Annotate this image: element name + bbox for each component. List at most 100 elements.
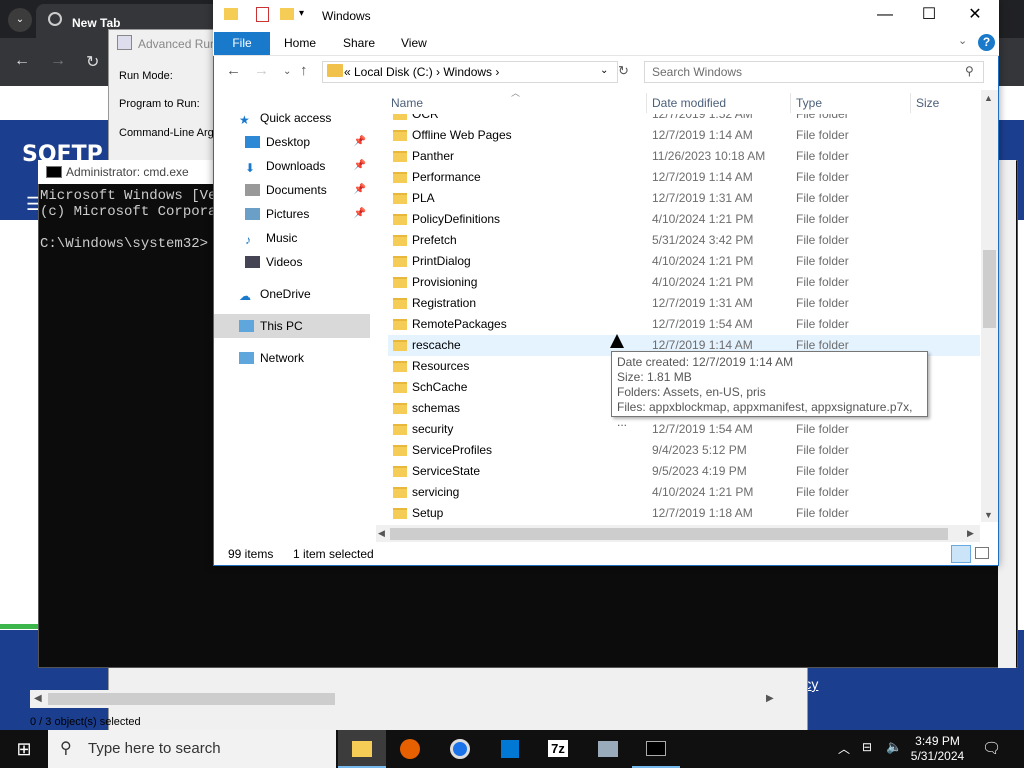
- tab-file[interactable]: File: [214, 32, 270, 55]
- file-name: Prefetch: [412, 233, 457, 247]
- tab-home[interactable]: Home: [284, 32, 316, 55]
- file-row[interactable]: ServiceProfiles 9/4/2023 5:12 PM File fold…: [388, 440, 980, 461]
- file-type: File folder: [796, 254, 849, 268]
- nav-downloads[interactable]: ⬇ Downloads 📌: [215, 154, 369, 178]
- search-icon[interactable]: ⚲: [965, 64, 974, 78]
- file-row[interactable]: PolicyDefinitions 4/10/2024 1:21 PM File f…: [388, 209, 980, 230]
- cmd-taskbar-icon[interactable]: [632, 730, 680, 768]
- file-row[interactable]: Panther 11/26/2023 10:18 AM File folder: [388, 146, 980, 167]
- file-row[interactable]: OCR 12/7/2019 1:52 AM File folder: [388, 114, 980, 125]
- tab-share[interactable]: Share: [343, 32, 375, 55]
- file-date: 12/7/2019 1:54 AM: [652, 317, 753, 331]
- folder-icon: [393, 130, 407, 141]
- file-name: ServiceProfiles: [412, 443, 493, 457]
- file-row[interactable]: Registration 12/7/2019 1:31 AM File folder: [388, 293, 980, 314]
- forward-arrow-icon[interactable]: →: [254, 62, 269, 79]
- store-icon[interactable]: [486, 730, 534, 768]
- folder-icon: [224, 8, 238, 20]
- file-row[interactable]: ServiceState 9/5/2023 4:19 PM File folder: [388, 461, 980, 482]
- nav-desktop[interactable]: Desktop 📌: [215, 130, 369, 154]
- tab-view[interactable]: View: [401, 32, 427, 55]
- file-row[interactable]: Setup 12/7/2019 1:18 AM File folder: [388, 503, 980, 524]
- column-name[interactable]: Name: [391, 96, 423, 110]
- recent-dropdown-icon[interactable]: ⌄: [283, 66, 291, 77]
- column-divider[interactable]: [646, 93, 647, 113]
- file-row[interactable]: PrintDialog 4/10/2024 1:21 PM File folder: [388, 251, 980, 272]
- scroll-left-icon[interactable]: ◀: [34, 693, 42, 704]
- column-size[interactable]: Size: [916, 96, 939, 110]
- nav-quick-access[interactable]: ★ Quick access: [215, 106, 369, 130]
- forward-icon[interactable]: →: [50, 52, 66, 70]
- file-row[interactable]: Provisioning 4/10/2024 1:21 PM File folder: [388, 272, 980, 293]
- nav-pictures[interactable]: Pictures 📌: [215, 202, 369, 226]
- scroll-left-icon[interactable]: ◀: [378, 528, 385, 539]
- help-icon[interactable]: ?: [978, 34, 995, 51]
- column-divider[interactable]: [910, 93, 911, 113]
- file-row[interactable]: PLA 12/7/2019 1:31 AM File folder: [388, 188, 980, 209]
- file-row[interactable]: Prefetch 5/31/2024 3:42 PM File folder: [388, 230, 980, 251]
- nav-documents[interactable]: Documents 📌: [215, 178, 369, 202]
- scroll-up-icon[interactable]: ▲: [984, 93, 993, 103]
- up-arrow-icon[interactable]: ↑: [300, 62, 308, 79]
- horizontal-scroll-thumb[interactable]: [390, 528, 948, 540]
- scroll-right-icon[interactable]: ▶: [967, 528, 974, 539]
- nav-music[interactable]: ♪ Music: [215, 226, 369, 250]
- 7zip-icon[interactable]: 7z: [534, 730, 582, 768]
- tray-chevron-icon[interactable]: ︿: [838, 740, 850, 757]
- cmd-scrollbar[interactable]: [998, 160, 1016, 668]
- address-folder-icon: [327, 64, 343, 77]
- close-button[interactable]: ✕: [952, 0, 998, 30]
- vertical-scroll-thumb[interactable]: [983, 250, 996, 328]
- file-name: OCR: [412, 114, 439, 121]
- column-date[interactable]: Date modified: [652, 96, 726, 110]
- file-row[interactable]: Performance 12/7/2019 1:14 AM File folder: [388, 167, 980, 188]
- file-row[interactable]: RemotePackages 12/7/2019 1:54 AM File fold…: [388, 314, 980, 335]
- star-icon: ★: [239, 113, 250, 127]
- back-icon[interactable]: ←: [14, 52, 30, 70]
- clock[interactable]: 3:49 PM 5/31/2024: [900, 734, 975, 764]
- windows-start-icon[interactable]: ⊞: [0, 730, 48, 768]
- file-row[interactable]: servicing 4/10/2024 1:21 PM File folder: [388, 482, 980, 503]
- file-explorer-icon[interactable]: [338, 730, 386, 768]
- chrome-icon[interactable]: [436, 730, 484, 768]
- back-arrow-icon[interactable]: ←: [226, 62, 241, 79]
- taskbar-search[interactable]: Type here to search: [48, 730, 336, 768]
- column-type[interactable]: Type: [796, 96, 822, 110]
- nav-videos[interactable]: Videos: [215, 250, 369, 274]
- scroll-right-icon[interactable]: ▶: [766, 693, 774, 704]
- address-path[interactable]: « Local Disk (C:) › Windows ›: [344, 65, 499, 79]
- file-type: File folder: [796, 191, 849, 205]
- maximize-button[interactable]: ☐: [906, 0, 952, 30]
- file-row[interactable]: Offline Web Pages 12/7/2019 1:14 AM File f…: [388, 125, 980, 146]
- firefox-icon[interactable]: [386, 730, 434, 768]
- details-view-icon[interactable]: [951, 545, 971, 563]
- videos-icon: [245, 256, 260, 268]
- file-name: PLA: [412, 191, 435, 205]
- large-icons-view-icon[interactable]: [975, 547, 989, 559]
- cmd-output[interactable]: Microsoft Windows [Ver (c) Microsoft Cor…: [40, 188, 225, 252]
- sort-up-icon: ︿: [511, 88, 521, 98]
- refresh-icon[interactable]: ↻: [618, 63, 629, 79]
- network-tray-icon[interactable]: ⊟: [862, 740, 872, 754]
- nav-this-pc[interactable]: This PC: [215, 314, 369, 338]
- nav-label: Desktop: [266, 135, 311, 149]
- reload-icon[interactable]: ↻: [86, 52, 99, 72]
- nav-onedrive[interactable]: ☁ OneDrive: [215, 282, 369, 306]
- advanced-run-icon: [117, 35, 132, 50]
- tab-search-icon[interactable]: ⌄: [8, 8, 32, 32]
- new-folder-icon[interactable]: [280, 8, 294, 20]
- notifications-icon[interactable]: 🗨: [982, 739, 1001, 757]
- advanced-run-taskbar-icon[interactable]: [584, 730, 632, 768]
- adv-hscroll-thumb[interactable]: [48, 693, 335, 705]
- tooltip-size: Size: 1.81 MB: [617, 370, 692, 384]
- cmd-titlebar[interactable]: Administrator: cmd.exe: [38, 160, 218, 184]
- file-type: File folder: [796, 170, 849, 184]
- scroll-down-icon[interactable]: ▼: [984, 510, 993, 520]
- properties-icon[interactable]: [256, 7, 269, 22]
- minimize-button[interactable]: —: [862, 0, 908, 30]
- column-divider[interactable]: [790, 93, 791, 113]
- expand-ribbon-icon[interactable]: ⌄: [958, 34, 967, 47]
- address-dropdown-icon[interactable]: ⌄: [600, 65, 608, 76]
- qat-dropdown-icon[interactable]: ▾: [299, 8, 304, 19]
- nav-network[interactable]: Network: [215, 346, 369, 370]
